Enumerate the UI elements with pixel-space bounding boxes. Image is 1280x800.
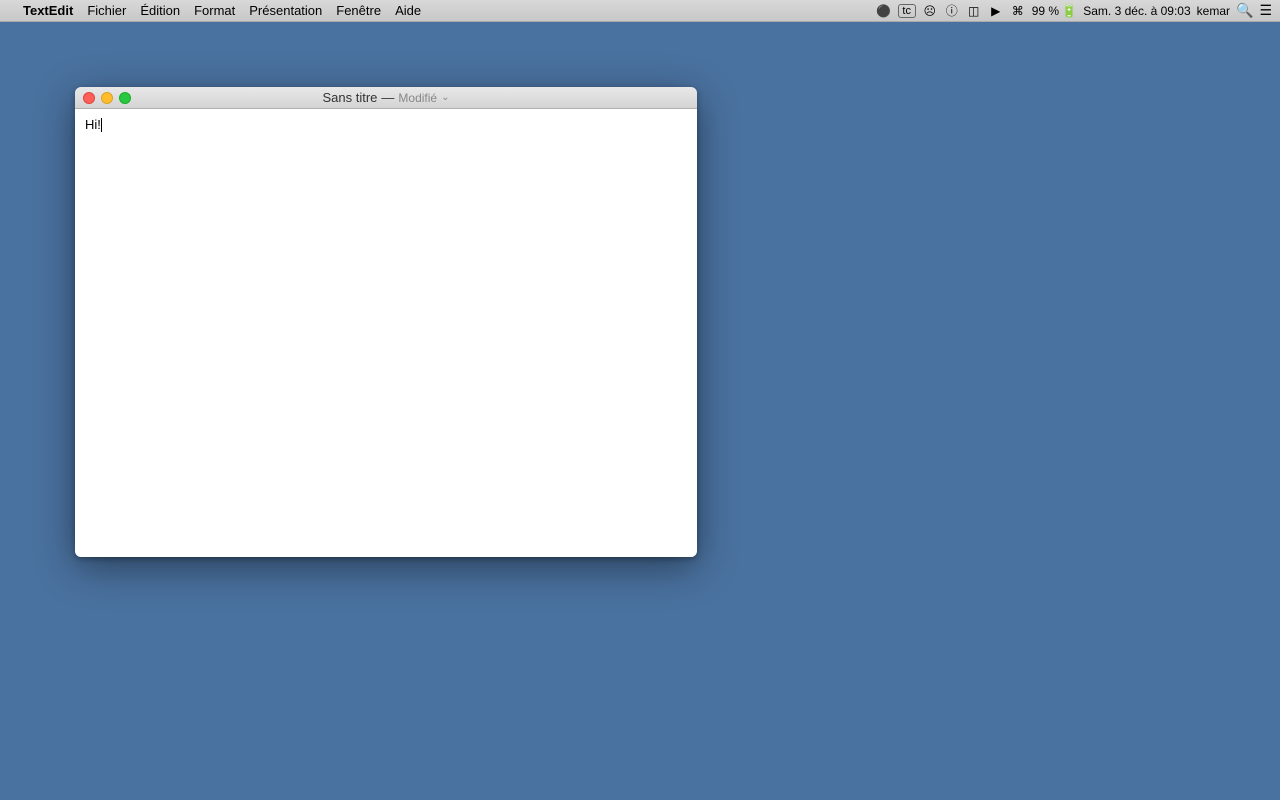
window-modified-label: Modifié [398,91,437,105]
battery-percent: 99 % [1032,4,1059,18]
text-cursor [101,118,102,132]
display-icon[interactable]: ◫ [966,3,982,19]
accessibility-icon[interactable]: ☹ [922,3,938,19]
menu-fichier[interactable]: Fichier [80,2,133,19]
window-title-separator: — [381,90,394,105]
minimize-button[interactable] [101,92,113,104]
menubar: TextEdit Fichier Édition Format Présenta… [0,0,1280,22]
chevron-down-icon[interactable]: ⌄ [441,92,449,103]
text-editor-area[interactable]: Hi! [75,109,697,557]
username: kemar [1197,4,1230,18]
menu-aide[interactable]: Aide [388,2,428,19]
menu-textedit[interactable]: TextEdit [16,2,80,19]
desktop: Sans titre — Modifié ⌄ Hi! [0,22,1280,800]
window-title: Sans titre [323,90,378,105]
notification-center-icon[interactable]: ☰ [1259,2,1272,19]
battery-icon: 🔋 [1061,3,1077,19]
battery-status: 99 % 🔋 [1032,3,1078,19]
window-controls [83,92,131,104]
menu-edition[interactable]: Édition [133,2,187,19]
close-button[interactable] [83,92,95,104]
siri-icon[interactable]: ⚫ [876,3,892,19]
search-icon[interactable]: 🔍 [1236,2,1253,19]
window-title-area: Sans titre — Modifié ⌄ [323,90,450,105]
play-icon[interactable]: ▶ [988,3,1004,19]
document-content: Hi! [85,117,101,132]
maximize-button[interactable] [119,92,131,104]
menubar-right: ⚫ tc ☹ ⓘ ◫ ▶ ⌘ 99 % 🔋 Sam. 3 déc. à 09:0… [876,2,1272,19]
text-icon[interactable]: tc [898,4,916,18]
info-icon[interactable]: ⓘ [944,3,960,19]
wifi-icon[interactable]: ⌘ [1010,3,1026,19]
datetime: Sam. 3 déc. à 09:03 [1083,4,1190,18]
textedit-window: Sans titre — Modifié ⌄ Hi! [75,87,697,557]
menu-presentation[interactable]: Présentation [242,2,329,19]
menu-format[interactable]: Format [187,2,242,19]
titlebar: Sans titre — Modifié ⌄ [75,87,697,109]
menu-fenetre[interactable]: Fenêtre [329,2,388,19]
